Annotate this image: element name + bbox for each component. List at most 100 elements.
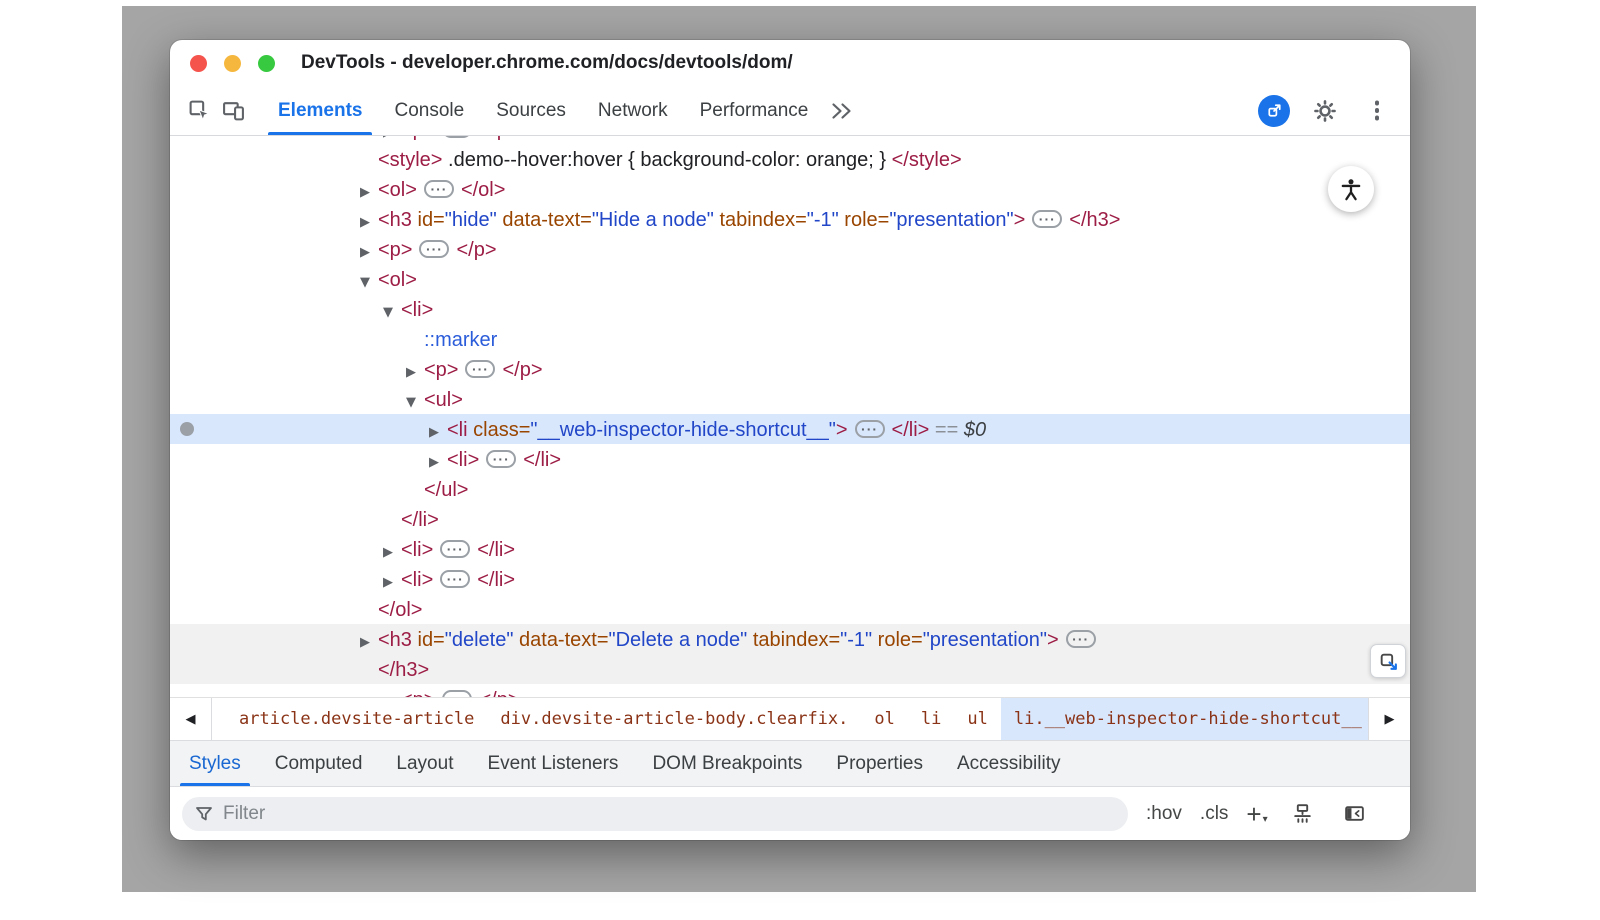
code-token-tag: </li> xyxy=(523,449,561,471)
code-token-tag: <ol> xyxy=(378,269,417,291)
sidebar-tab-computed[interactable]: Computed xyxy=(258,741,380,786)
inline-expand-icon[interactable]: ··· xyxy=(440,570,470,588)
code-token-tag: </h3> xyxy=(378,659,429,681)
device-toolbar-icon[interactable] xyxy=(216,94,250,128)
expand-arrow-icon[interactable]: ▶ xyxy=(383,688,401,697)
new-style-rule-button[interactable]: + ▾ xyxy=(1246,801,1267,827)
dock-floating-button[interactable] xyxy=(1370,644,1406,678)
code-token-tag: > xyxy=(1014,209,1026,231)
inline-expand-icon[interactable]: ··· xyxy=(424,180,454,198)
element-classes-button[interactable]: .cls xyxy=(1200,803,1229,825)
tree-row[interactable]: </li> xyxy=(170,504,1410,534)
tree-row[interactable]: ▶<li>···</li> xyxy=(170,534,1410,564)
toggle-sidebar-glyph xyxy=(1343,802,1366,825)
inline-expand-icon[interactable]: ··· xyxy=(440,540,470,558)
panel-tab-network[interactable]: Network xyxy=(582,86,684,135)
dom-tree: ▶<p>···</p> <style> .demo--hover:hover { … xyxy=(170,136,1410,697)
toolbar-right-actions xyxy=(1258,94,1394,128)
inline-expand-icon[interactable]: ··· xyxy=(855,420,885,438)
breadcrumb-item[interactable]: ul xyxy=(954,698,1000,740)
code-token-value: "presentation" xyxy=(889,209,1013,231)
tree-row[interactable]: ▶<li class="__web-inspector-hide-shortcu… xyxy=(170,414,1410,444)
breadcrumb-item[interactable]: div.devsite-article-body.clearfix. xyxy=(487,698,861,740)
sidebar-tab-properties[interactable]: Properties xyxy=(819,741,940,786)
code-token-tag: <li> xyxy=(401,569,433,591)
tree-row[interactable]: ▶<li>···</li> xyxy=(170,564,1410,594)
filter-placeholder: Filter xyxy=(223,803,265,825)
code-token-tag: </style> xyxy=(892,149,962,171)
code-token-tag: </li> xyxy=(477,569,515,591)
more-tabs-icon[interactable] xyxy=(824,94,858,128)
code-token-tag: </p> xyxy=(502,359,542,381)
breadcrumb-item[interactable]: ol xyxy=(861,698,907,740)
tree-row[interactable]: ▶<p>···</p> xyxy=(170,234,1410,264)
toggle-sidebar-icon[interactable] xyxy=(1338,797,1372,831)
inline-expand-icon[interactable]: ··· xyxy=(1032,210,1062,228)
focus-page-icon[interactable] xyxy=(1258,95,1290,127)
tree-row[interactable]: ▼<li> xyxy=(170,294,1410,324)
code-token-value: "presentation" xyxy=(923,629,1047,651)
breadcrumb-item[interactable]: article.devsite-article xyxy=(226,698,487,740)
inspect-element-icon[interactable] xyxy=(182,94,216,128)
minimize-window-button[interactable] xyxy=(224,55,241,72)
toggle-element-state-button[interactable]: :hov xyxy=(1146,803,1182,825)
code-token-tag: <li> xyxy=(401,539,433,561)
tree-row[interactable]: ▼<ol> xyxy=(170,264,1410,294)
tree-row[interactable]: ▶<ol>···</ol> xyxy=(170,174,1410,204)
code-token-tag: </ul> xyxy=(424,479,468,501)
tree-row[interactable]: ▶<p>···</p> xyxy=(170,684,1410,697)
styles-filter-bar: Filter :hov .cls + ▾ xyxy=(170,786,1410,840)
breadcrumb-item[interactable]: li xyxy=(908,698,954,740)
inline-expand-icon[interactable]: ··· xyxy=(1066,630,1096,648)
code-token-tag: > xyxy=(1047,629,1059,651)
tree-row[interactable]: ▼<ul> xyxy=(170,384,1410,414)
breadcrumb-scroll-left-icon[interactable]: ◀ xyxy=(170,698,212,740)
styles-filter-input[interactable]: Filter xyxy=(182,797,1128,831)
code-token-marker: ::marker xyxy=(424,329,497,351)
sidebar-tab-event-listeners[interactable]: Event Listeners xyxy=(470,741,635,786)
double-chevron-glyph xyxy=(829,101,854,121)
sidebar-tab-accessibility[interactable]: Accessibility xyxy=(940,741,1077,786)
inline-expand-icon[interactable]: ··· xyxy=(442,690,472,698)
accessibility-floating-button[interactable] xyxy=(1328,166,1374,212)
zoom-window-button[interactable] xyxy=(258,55,275,72)
breadcrumb-item[interactable]: li.__web-inspector-hide-shortcut__ xyxy=(1001,698,1368,740)
code-token-plain: .demo--hover:hover { background-color: o… xyxy=(442,149,891,171)
settings-gear-icon[interactable] xyxy=(1308,94,1342,128)
inline-expand-icon[interactable]: ··· xyxy=(442,136,472,138)
tree-row[interactable]: ▶<h3 id="delete" data-text="Delete a nod… xyxy=(170,624,1410,654)
tree-row[interactable]: ::marker xyxy=(170,324,1410,354)
code-token-attr: role= xyxy=(872,629,923,651)
sidebar-tab-layout[interactable]: Layout xyxy=(379,741,470,786)
code-token-tag: </p> xyxy=(456,239,496,261)
inline-expand-icon[interactable]: ··· xyxy=(465,360,495,378)
tree-row[interactable]: </h3> xyxy=(170,654,1410,684)
code-token-tag: </p> xyxy=(479,136,519,141)
inline-expand-icon[interactable]: ··· xyxy=(486,450,516,468)
panel-tab-performance[interactable]: Performance xyxy=(684,86,825,135)
breadcrumb-items: article.devsite-articlediv.devsite-artic… xyxy=(212,698,1368,740)
stamp-icon[interactable] xyxy=(1286,797,1320,831)
panel-tab-console[interactable]: Console xyxy=(378,86,480,135)
sidebar-tab-styles[interactable]: Styles xyxy=(172,741,258,786)
tree-row[interactable]: ▶<p>···</p> xyxy=(170,354,1410,384)
plus-icon: + xyxy=(1246,801,1261,827)
tree-row[interactable]: </ol> xyxy=(170,594,1410,624)
tree-row[interactable]: ▶<li>···</li> xyxy=(170,444,1410,474)
code-token-tag: <h3 xyxy=(378,209,412,231)
window-title: DevTools - developer.chrome.com/docs/dev… xyxy=(301,52,793,74)
close-window-button[interactable] xyxy=(190,55,207,72)
devtools-window: DevTools - developer.chrome.com/docs/dev… xyxy=(170,40,1410,840)
breadcrumb-scroll-right-icon[interactable]: ▶ xyxy=(1368,698,1410,740)
code-token-value: "-1" xyxy=(807,209,839,231)
customize-menu-icon[interactable] xyxy=(1360,94,1394,128)
panel-tab-elements[interactable]: Elements xyxy=(262,86,378,135)
tree-row[interactable]: </ul> xyxy=(170,474,1410,504)
sidebar-tabs: StylesComputedLayoutEvent ListenersDOM B… xyxy=(170,740,1410,786)
tree-row[interactable]: ▶<h3 id="hide" data-text="Hide a node" t… xyxy=(170,204,1410,234)
inline-expand-icon[interactable]: ··· xyxy=(419,240,449,258)
tree-row[interactable]: <style> .demo--hover:hover { background-… xyxy=(170,144,1410,174)
tree-row[interactable]: ▶<p>···</p> xyxy=(170,136,1410,144)
panel-tab-sources[interactable]: Sources xyxy=(480,86,582,135)
sidebar-tab-dom-breakpoints[interactable]: DOM Breakpoints xyxy=(635,741,819,786)
